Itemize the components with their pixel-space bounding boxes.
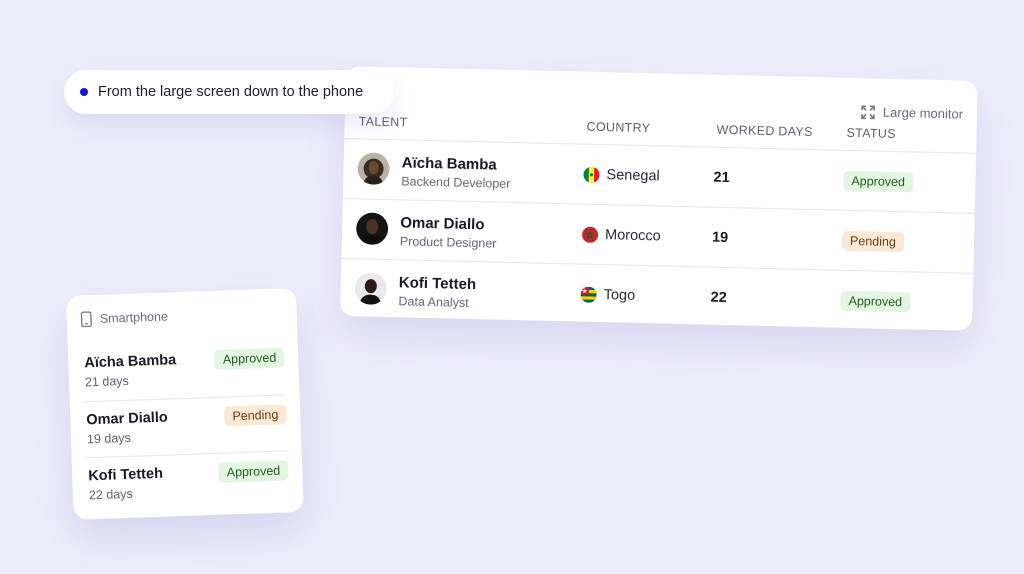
avatar: [357, 152, 390, 185]
talent-name: Kofi Tetteh: [88, 465, 164, 485]
list-item[interactable]: Omar Diallo 19 days Pending: [83, 394, 288, 459]
expand-icon: [860, 104, 875, 119]
status-badge: Approved: [840, 290, 911, 313]
status-badge: Approved: [218, 460, 289, 483]
large-monitor-label: Large monitor: [860, 104, 964, 122]
list-item[interactable]: Kofi Tetteh 22 days Approved: [85, 450, 290, 515]
country-name: Senegal: [606, 167, 660, 185]
talent-name: Aïcha Bamba: [84, 352, 177, 372]
talent-country: Senegal: [583, 166, 660, 185]
talent-role: Backend Developer: [401, 174, 511, 191]
status-badge: Approved: [214, 347, 285, 370]
talent-name: Omar Diallo: [400, 214, 485, 234]
worked-days: 22 days: [88, 486, 133, 503]
talent-name: Omar Diallo: [86, 409, 168, 429]
monitor-label-text: Large monitor: [882, 104, 964, 122]
worked-days-value: 22: [710, 289, 727, 307]
talent-country: Togo: [580, 286, 636, 304]
avatar: [356, 212, 389, 245]
column-status: STATUS: [846, 125, 896, 141]
column-country: COUNTRY: [586, 119, 651, 136]
smartphone-label-text: Smartphone: [99, 309, 169, 326]
talent-name: Kofi Tetteh: [398, 274, 477, 294]
caption-pill: From the large screen down to the phone: [64, 70, 394, 114]
smartphone-label: Smartphone: [80, 308, 169, 328]
status-badge: Approved: [843, 170, 914, 193]
column-worked-days: WORKED DAYS: [716, 122, 813, 140]
country-name: Togo: [603, 287, 636, 304]
talent-country: Morocco: [581, 226, 661, 245]
smartphone-icon: [80, 311, 92, 328]
togo-flag-icon: [580, 286, 597, 303]
avatar: [354, 272, 387, 305]
worked-days-value: 21: [713, 169, 730, 187]
list-item[interactable]: Aïcha Bamba 21 days Approved: [82, 338, 286, 401]
desktop-table-card: Large monitor TALENT COUNTRY WORKED DAYS…: [340, 66, 978, 334]
talent-role: Data Analyst: [398, 294, 469, 310]
column-talent: TALENT: [358, 114, 408, 130]
morocco-flag-icon: [581, 226, 599, 243]
status-badge: Pending: [224, 404, 287, 427]
worked-days: 19 days: [86, 430, 132, 447]
talent-name: Aïcha Bamba: [401, 154, 497, 174]
accent-dot: [80, 88, 88, 96]
caption-text: From the large screen down to the phone: [98, 84, 364, 100]
status-badge: Pending: [841, 230, 905, 253]
senegal-flag-icon: [583, 166, 600, 184]
country-name: Morocco: [604, 227, 661, 245]
smartphone-card: Smartphone Aïcha Bamba 21 days Approved …: [66, 287, 304, 520]
worked-days: 21 days: [84, 373, 130, 390]
talent-role: Product Designer: [399, 234, 497, 251]
worked-days-value: 19: [711, 229, 729, 247]
